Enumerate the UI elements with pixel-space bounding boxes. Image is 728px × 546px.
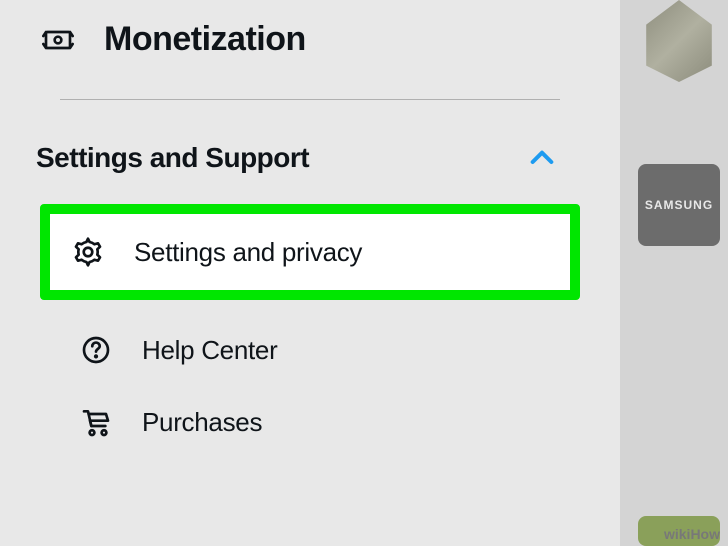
cart-icon: [78, 404, 114, 440]
money-icon: [40, 22, 76, 58]
menu-item-purchases[interactable]: Purchases: [18, 386, 620, 458]
menu-item-help-center[interactable]: Help Center: [18, 314, 620, 386]
menu-lower-group: Help Center Purchases: [0, 314, 620, 458]
highlight-box: Settings and privacy: [40, 204, 580, 300]
chevron-up-icon: [524, 140, 560, 176]
thumbnail-samsung[interactable]: SAMSUNG: [638, 164, 720, 246]
menu-item-settings-privacy[interactable]: Settings and privacy: [50, 214, 570, 290]
gear-icon: [70, 234, 106, 270]
section-label: Settings and Support: [36, 142, 309, 174]
section-header-settings-support[interactable]: Settings and Support: [0, 120, 620, 196]
thumbnail-image[interactable]: [638, 0, 720, 82]
watermark: wikiHow: [664, 526, 720, 542]
help-icon: [78, 332, 114, 368]
menu-item-monetization[interactable]: Monetization: [0, 0, 620, 79]
settings-privacy-label: Settings and privacy: [134, 237, 362, 268]
purchases-label: Purchases: [142, 407, 262, 438]
help-center-label: Help Center: [142, 335, 277, 366]
monetization-label: Monetization: [104, 20, 306, 59]
right-thumbnail-strip: SAMSUNG: [620, 0, 728, 546]
divider: [60, 99, 560, 100]
samsung-logo-text: SAMSUNG: [645, 198, 713, 212]
menu-panel: Monetization Settings and Support Settin…: [0, 0, 620, 546]
